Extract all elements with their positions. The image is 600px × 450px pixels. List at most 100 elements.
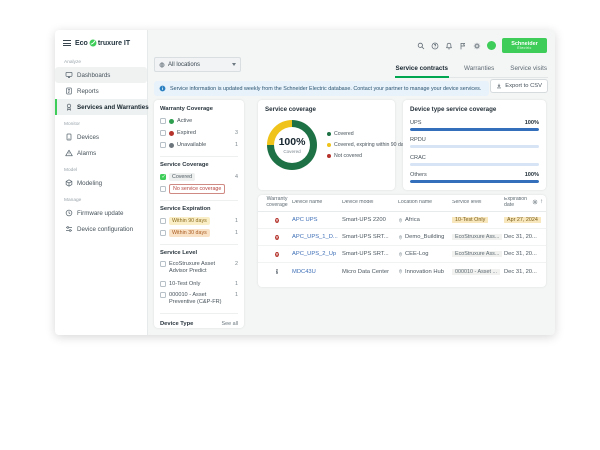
column-location-name[interactable]: Location name xyxy=(398,200,452,206)
legend-dot-not-covered xyxy=(327,154,331,158)
search-icon[interactable] xyxy=(417,42,425,50)
sort-ascending-icon[interactable]: ↑ xyxy=(540,199,543,206)
service-level-badge: EcoStruxure Ass... xyxy=(452,234,502,240)
filter-count: 1 xyxy=(235,142,238,148)
tab-service-contracts[interactable]: Service contracts xyxy=(395,63,450,78)
table-row[interactable]: ✕ APC_UPS_1_D... Smart-UPS SRT... Demo_B… xyxy=(258,229,546,246)
chevron-down-icon xyxy=(232,63,236,66)
filter-group-title: Service Expiration xyxy=(160,206,238,212)
warranty-expired-icon: ✕ xyxy=(275,235,279,240)
column-settings-gear-icon[interactable] xyxy=(532,199,538,205)
help-icon[interactable] xyxy=(431,42,439,50)
certificate-icon xyxy=(64,103,73,111)
bar-value: 100% xyxy=(525,120,539,126)
export-button-label: Export to CSV xyxy=(505,83,542,89)
sidebar-item-label: Services and Warranties xyxy=(77,104,149,111)
filter-count: 1 xyxy=(235,230,238,236)
feedback-flag-icon[interactable] xyxy=(459,42,467,50)
column-device-name[interactable]: Device name xyxy=(292,200,342,206)
expiration-date-badge: Apr 27, 2024 xyxy=(504,217,541,223)
donut-chart-area: 100% Covered Covered Covered, expiring w… xyxy=(265,120,388,170)
filter-count: 3 xyxy=(235,130,238,136)
location-cell: Demo_Building xyxy=(398,234,452,240)
sidebar-item-dashboards[interactable]: Dashboards xyxy=(55,67,147,83)
device-name-link[interactable]: APC_UPS_1_D... xyxy=(292,234,342,240)
device-name-link[interactable]: MDC43U xyxy=(292,269,342,275)
device-icon xyxy=(64,133,73,141)
sidebar-item-services-and-warranties[interactable]: Services and Warranties xyxy=(55,99,147,115)
location-pin-icon xyxy=(398,252,403,257)
dashboard-icon xyxy=(64,71,73,79)
download-icon xyxy=(496,83,502,89)
checkbox-10-test-only[interactable] xyxy=(160,281,166,287)
table-row[interactable]: ? MDC43U Micro Data Center Innovation Hu… xyxy=(258,263,546,280)
schneider-electric-logo[interactable]: Schneider Electric xyxy=(502,38,547,53)
location-name: Africa xyxy=(405,217,420,223)
table-row[interactable]: ✕ APC_UPS_2_Up Smart-UPS SRT... CEE-Log … xyxy=(258,246,546,263)
logo-text-eco: Eco xyxy=(75,40,88,47)
sidebar-item-alarms[interactable]: Alarms xyxy=(55,145,147,161)
location-filter-select[interactable]: All locations xyxy=(154,57,241,72)
sidebar-item-firmware-update[interactable]: Firmware update xyxy=(55,205,147,221)
column-warranty-coverage[interactable]: Warranty coverage xyxy=(258,197,292,209)
notifications-bell-icon[interactable] xyxy=(445,42,453,50)
checkbox-no-service-coverage[interactable] xyxy=(160,186,166,192)
service-coverage-donut: 100% Covered xyxy=(267,120,317,170)
topbar: Schneider Electric xyxy=(417,38,547,53)
bar-row-crac: CRAC xyxy=(410,155,539,166)
checkbox-expired[interactable] xyxy=(160,130,166,136)
sidebar-item-devices[interactable]: Devices xyxy=(55,129,147,145)
service-level-badge: 000010 - Asset ... xyxy=(452,269,500,275)
device-name-link[interactable]: APC_UPS_2_Up xyxy=(292,251,342,257)
expired-status-icon xyxy=(169,131,174,136)
report-icon xyxy=(64,87,73,95)
device-model-cell: Smart-UPS SRT... xyxy=(342,251,398,257)
sidebar-item-device-configuration[interactable]: Device configuration xyxy=(55,221,147,237)
column-device-model[interactable]: Device model xyxy=(342,200,398,206)
checkbox-covered[interactable] xyxy=(160,174,166,180)
checkbox-active[interactable] xyxy=(160,118,166,124)
logo-row: Eco truxure IT xyxy=(55,30,147,53)
sidebar-item-label: Reports xyxy=(77,88,99,95)
sidebar-item-label: Devices xyxy=(77,134,99,141)
column-service-level[interactable]: Service level xyxy=(452,200,504,206)
see-all-link[interactable]: See all xyxy=(222,321,238,327)
user-avatar[interactable] xyxy=(487,41,496,50)
device-name-link[interactable]: APC UPS xyxy=(292,217,342,223)
donut-legend: Covered Covered, expiring within 90 days… xyxy=(327,131,409,159)
logo-text-truxure: truxure IT xyxy=(98,40,130,47)
devices-table: Warranty coverage Device name Device mod… xyxy=(258,195,546,287)
bar-fill xyxy=(410,128,539,131)
checkbox-unavailable[interactable] xyxy=(160,142,166,148)
filter-group-service-level: Service Level EcoStruxure Asset Advisor … xyxy=(160,244,238,308)
filter-group-title: Service Level xyxy=(160,250,238,256)
filter-option-within-30-days: Within 30 days 1 xyxy=(160,227,238,239)
sidebar-item-modeling[interactable]: Modeling xyxy=(55,175,147,191)
tab-bar: Service contracts Warranties Service vis… xyxy=(395,63,548,78)
checkbox-within-30-days[interactable] xyxy=(160,230,166,236)
settings-gear-icon[interactable] xyxy=(473,42,481,50)
filter-option-expired: Expired 3 xyxy=(160,127,238,139)
table-row[interactable]: ✕ APC UPS Smart-UPS 2200 Africa 10-Test … xyxy=(258,212,546,229)
bar-row-others: Others 100% xyxy=(410,172,539,183)
donut-center: 100% Covered xyxy=(267,120,317,170)
donut-center-value: 100% xyxy=(279,136,306,148)
filter-group-title: Warranty Coverage xyxy=(160,106,238,112)
sidebar-item-label: Firmware update xyxy=(77,210,123,217)
filter-option-label: Covered xyxy=(169,173,195,181)
hamburger-menu-icon[interactable] xyxy=(63,40,71,46)
tab-service-visits[interactable]: Service visits xyxy=(509,63,548,77)
location-pin-icon xyxy=(398,218,403,223)
tab-warranties[interactable]: Warranties xyxy=(463,63,495,77)
app-window: Eco truxure IT Analyze Dashboards Rep xyxy=(55,30,555,335)
checkbox-asset-preventive[interactable] xyxy=(160,292,166,298)
bar-row-ups: UPS 100% xyxy=(410,120,539,131)
filter-group-service-expiration: Service Expiration Within 90 days 1 With… xyxy=(160,200,238,239)
unavailable-status-icon xyxy=(169,143,174,148)
checkbox-within-90-days[interactable] xyxy=(160,218,166,224)
donut-center-label: Covered xyxy=(283,149,300,154)
filter-option-label: 000010 - Asset Preventive (C&P-FR) xyxy=(169,292,231,307)
checkbox-asset-advisor-predict[interactable] xyxy=(160,261,166,267)
export-to-csv-button[interactable]: Export to CSV xyxy=(490,79,548,93)
sidebar-item-reports[interactable]: Reports xyxy=(55,83,147,99)
